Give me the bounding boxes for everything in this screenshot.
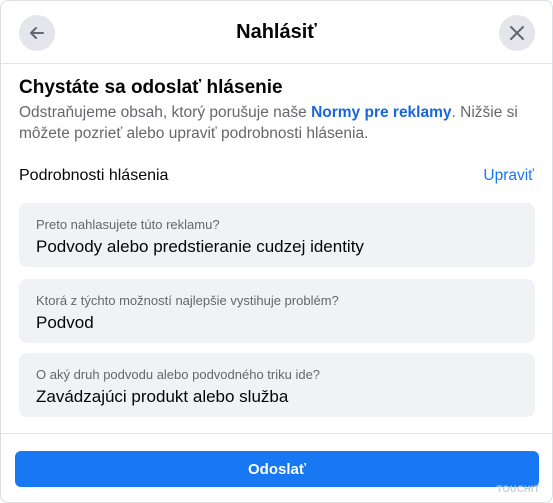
detail-card-scam-type: O aký druh podvodu alebo podvodného trik… bbox=[19, 353, 535, 417]
dialog-header: Nahlásiť bbox=[1, 1, 552, 64]
detail-answer: Podvody alebo predstieranie cudzej ident… bbox=[36, 237, 364, 256]
submit-button[interactable]: Odoslať bbox=[15, 451, 539, 487]
report-dialog: Nahlásiť Chystáte sa odoslať hlásenie Od… bbox=[0, 0, 553, 503]
dialog-title: Nahlásiť bbox=[236, 21, 317, 43]
description-text-start: Odstraňujeme obsah, ktorý porušuje naše bbox=[19, 104, 312, 121]
detail-answer: Podvod bbox=[36, 313, 94, 332]
detail-answer: Zavádzajúci produkt alebo služba bbox=[36, 387, 289, 406]
edit-link[interactable]: Upraviť bbox=[483, 167, 534, 185]
detail-question: Ktorá z týchto možností najlepšie vystih… bbox=[36, 293, 339, 308]
report-description: Odstraňujeme obsah, ktorý porušuje naše … bbox=[19, 102, 534, 144]
close-button[interactable] bbox=[499, 15, 535, 51]
close-icon bbox=[510, 26, 524, 40]
footer-divider bbox=[1, 433, 552, 434]
detail-question: Preto nahlasujete túto reklamu? bbox=[36, 217, 220, 232]
report-heading: Chystáte sa odoslať hlásenie bbox=[19, 77, 283, 98]
ad-standards-link[interactable]: Normy pre reklamy bbox=[311, 104, 451, 121]
detail-card-problem: Ktorá z týchto možností najlepšie vystih… bbox=[19, 279, 535, 343]
watermark-logo: TOUCHIT bbox=[496, 484, 540, 494]
detail-question: O aký druh podvodu alebo podvodného trik… bbox=[36, 367, 321, 382]
detail-card-reason: Preto nahlasujete túto reklamu? Podvody … bbox=[19, 203, 535, 267]
details-label: Podrobnosti hlásenia bbox=[19, 167, 169, 184]
